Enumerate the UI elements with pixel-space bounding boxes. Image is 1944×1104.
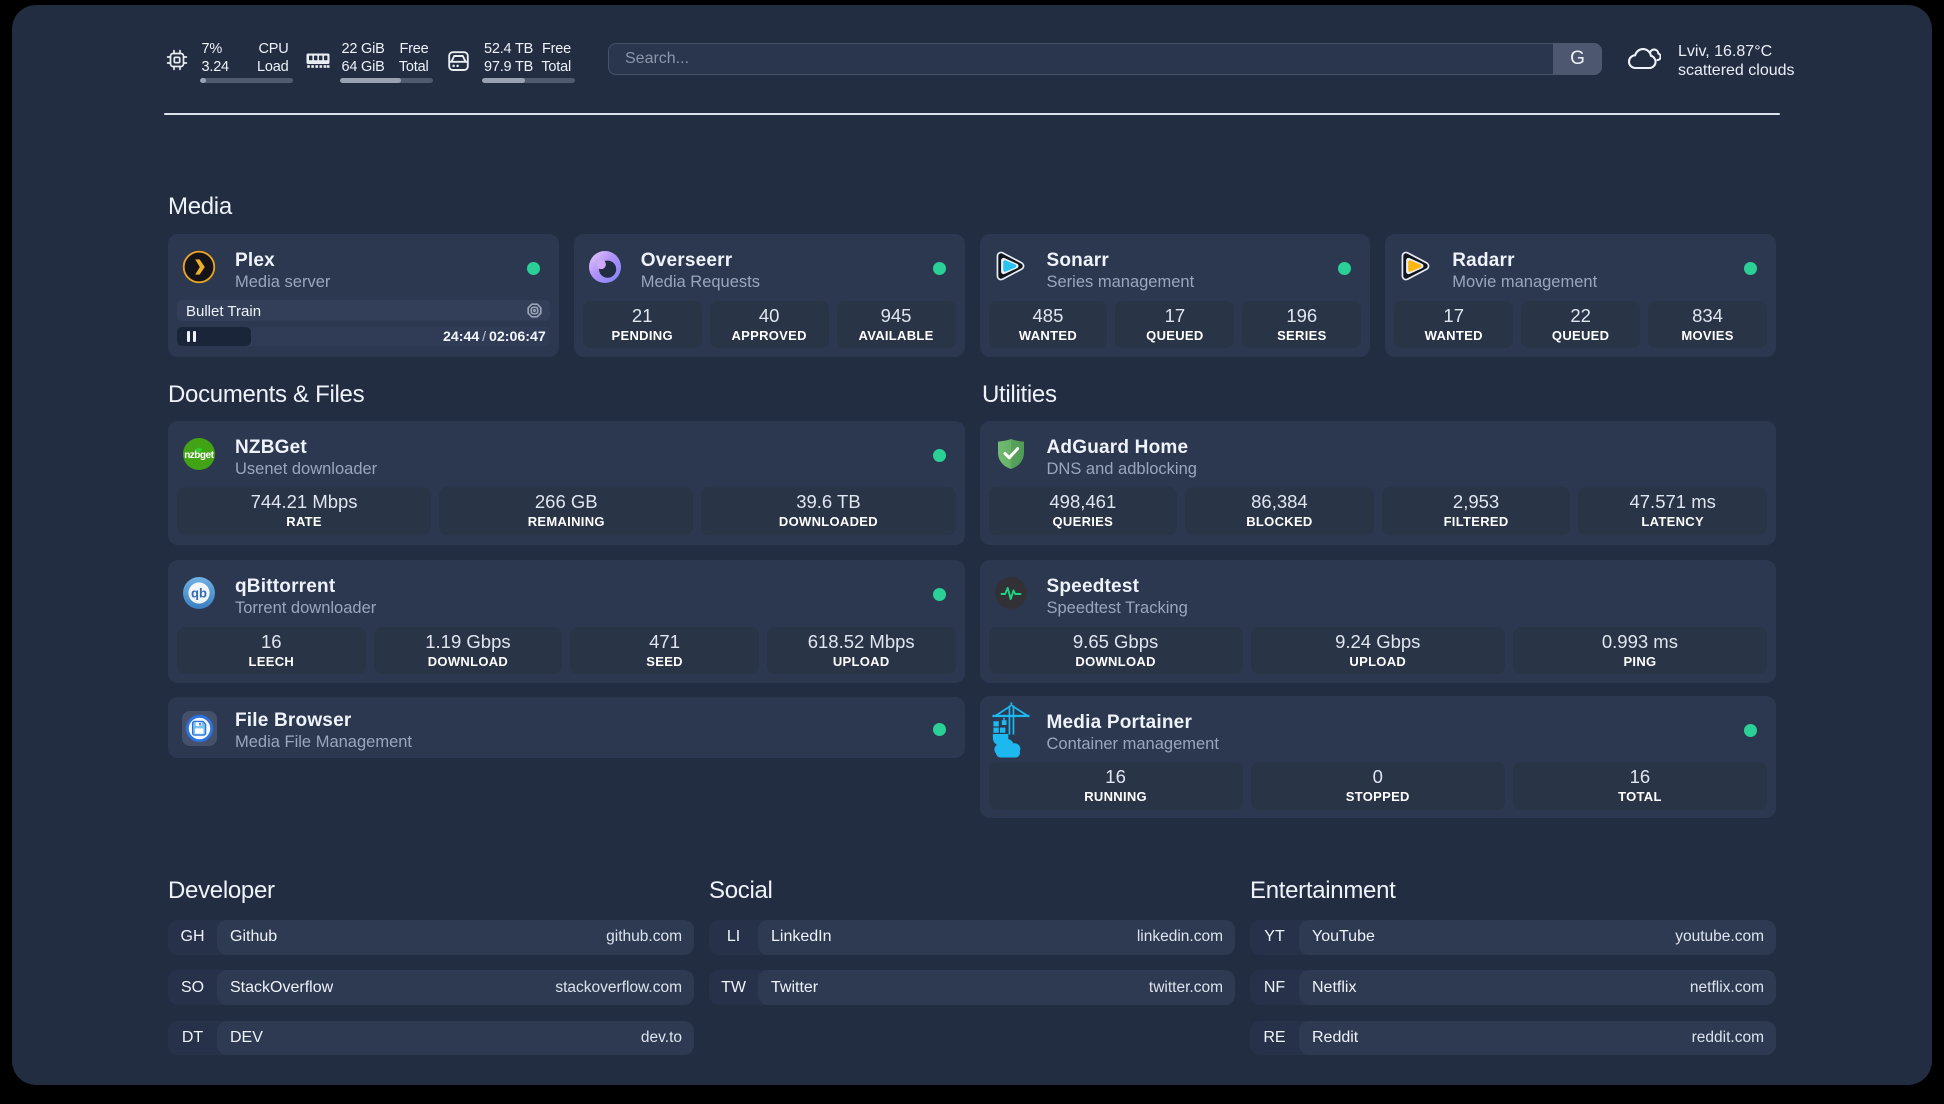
svg-text:nzbget: nzbget [184, 449, 214, 460]
svg-text:qb: qb [191, 586, 207, 601]
